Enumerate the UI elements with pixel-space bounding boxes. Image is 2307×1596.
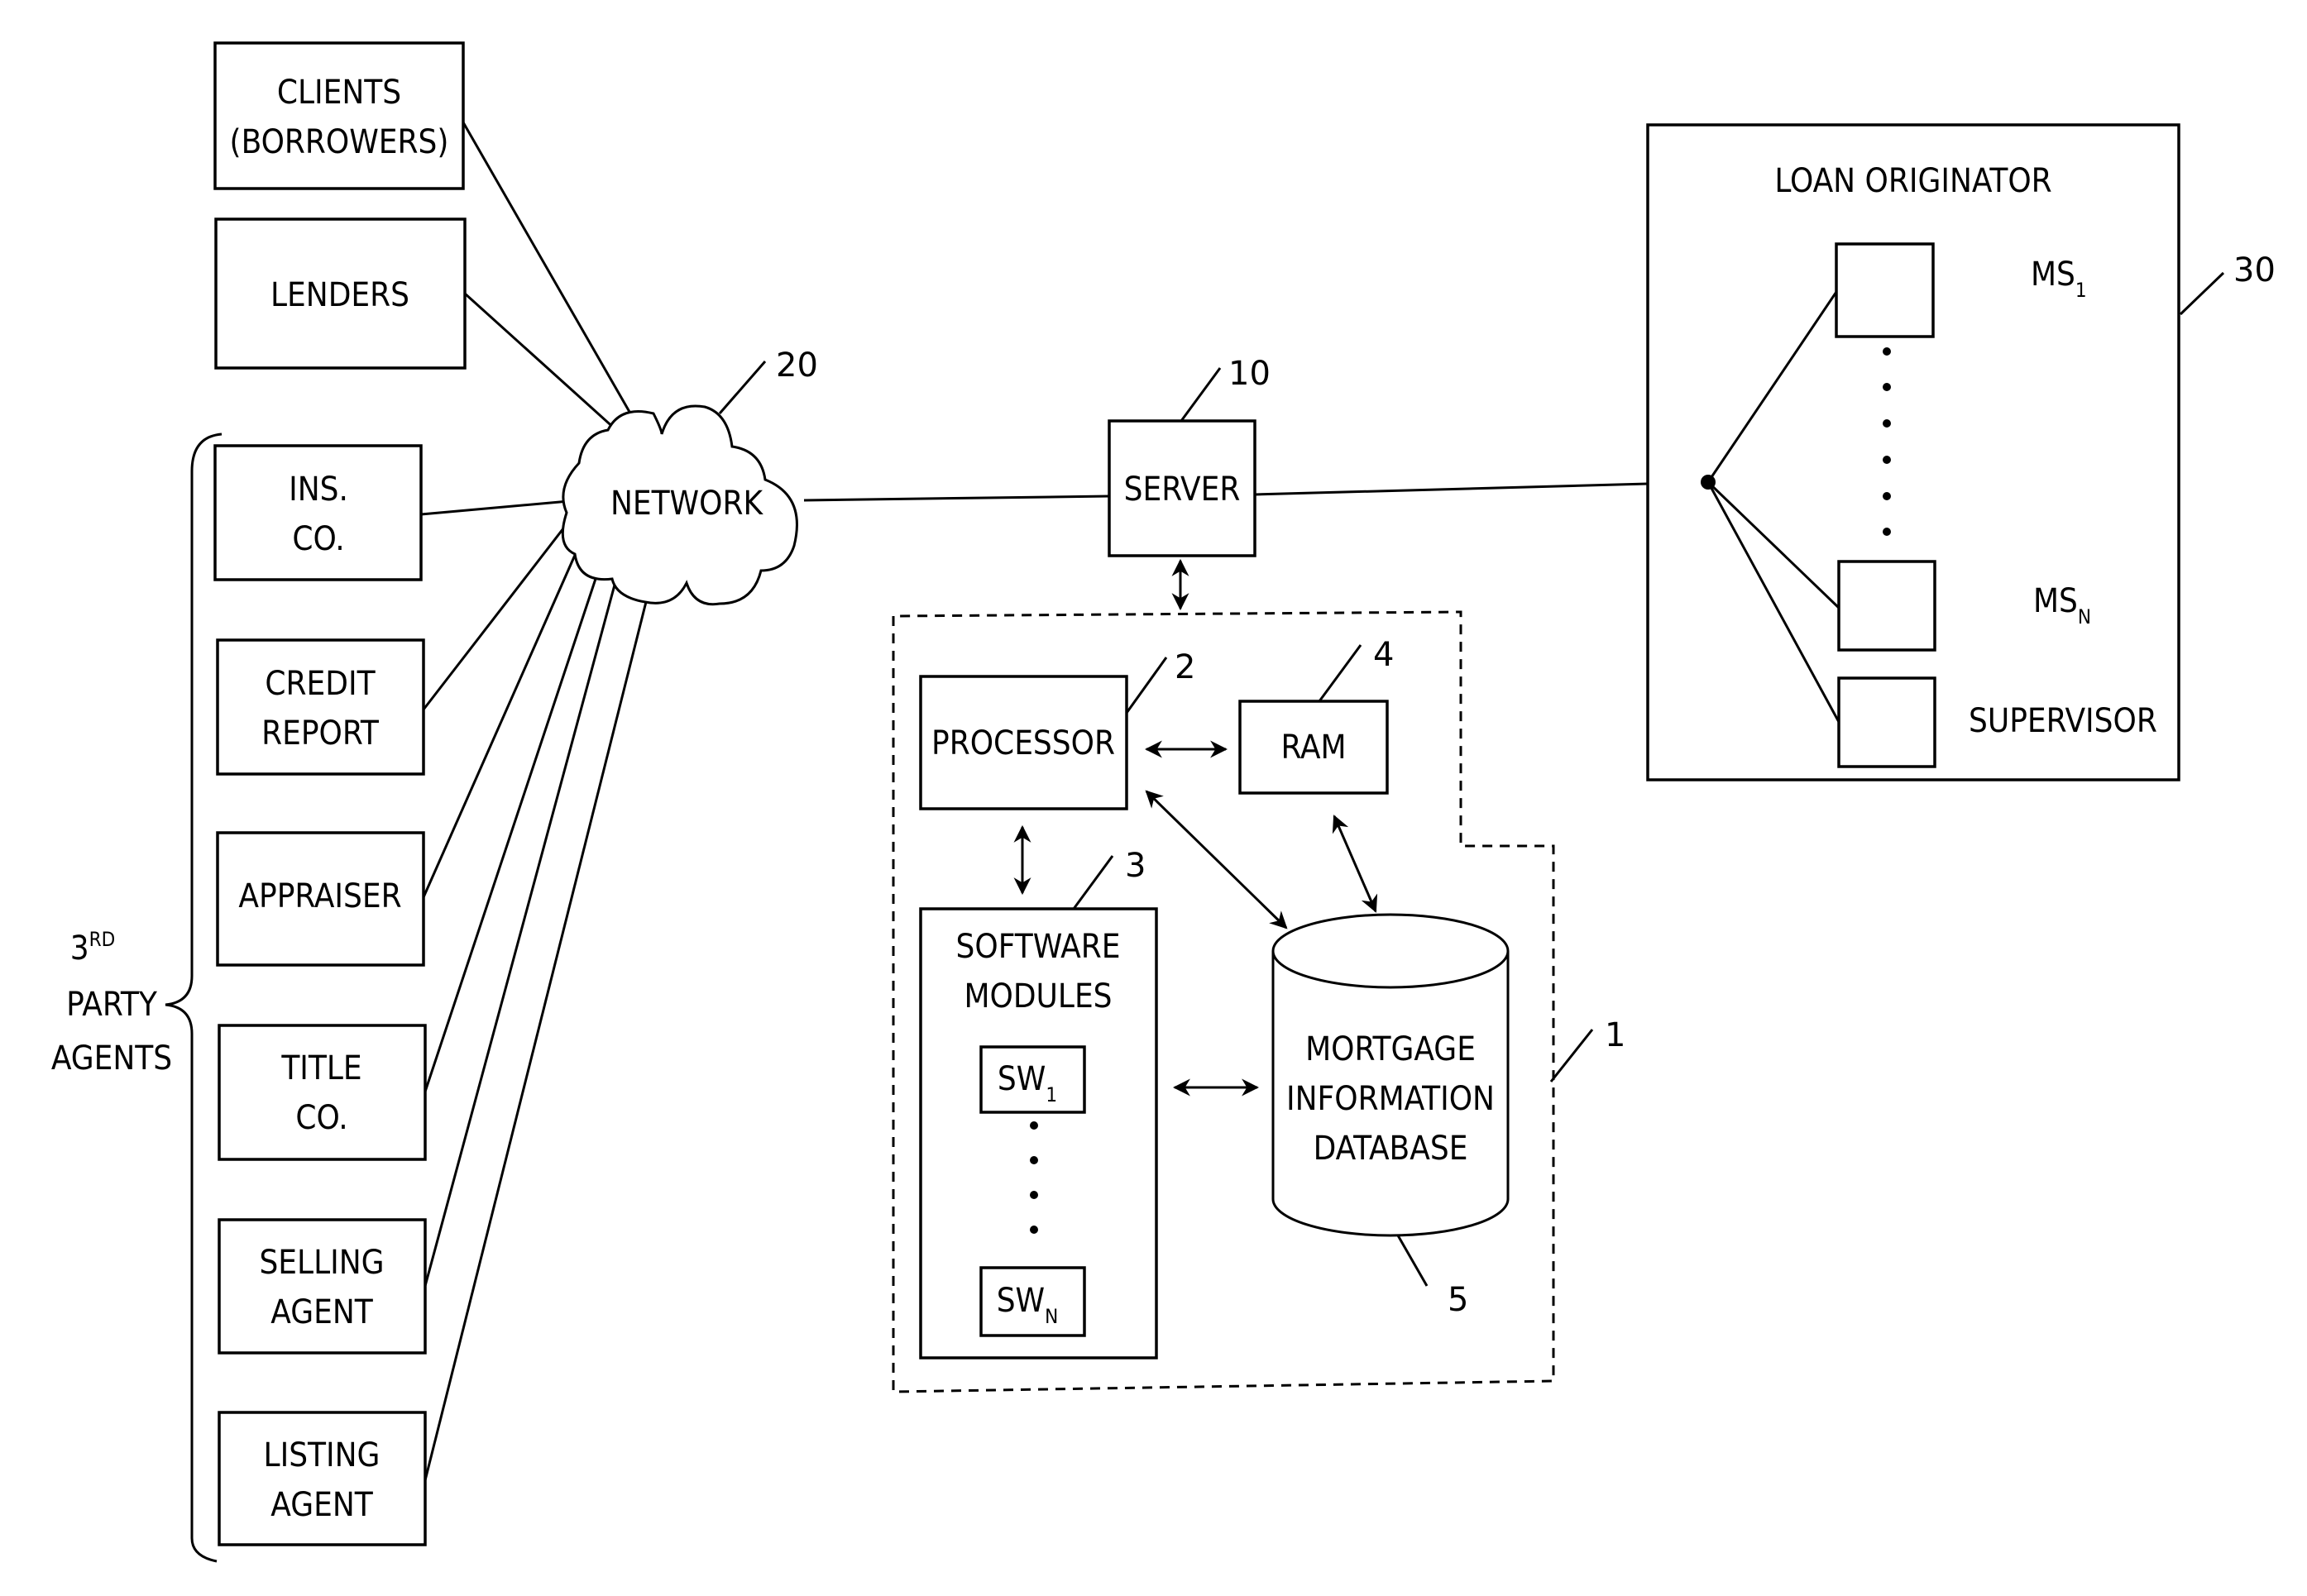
agent-label: CO. [295,1099,347,1137]
processor-ref-number: 2 [1175,648,1195,686]
server-label: SERVER [1124,471,1241,509]
agent-label: CO. [292,520,344,558]
database-ref-leader [1396,1235,1429,1287]
listing-agent-network-link [424,588,651,1481]
third-party-brace [165,432,223,1563]
clients-label-line1: CLIENTS [277,74,401,112]
agent-ins-co: INS. CO. [213,444,423,581]
agent-title-co: TITLE CO. [218,1024,427,1161]
clients-label-line2: (BORROWERS) [230,123,449,161]
software-label-line1: SOFTWARE [956,928,1121,966]
loan-originator-ref-leader [2179,271,2225,316]
processor-database-arrow [1145,790,1288,929]
supervisor-station [1837,676,1936,768]
agent-label: CREDIT [265,665,376,703]
third-party-label: 3RD PARTY AGENTS [51,928,172,1078]
lenders-box: LENDERS [214,217,467,370]
agent-selling-agent: SELLING AGENT [218,1218,427,1355]
agent-label: INS. [289,471,348,509]
third-party-label-line1: 3RD [70,928,116,968]
network-label: NETWORK [610,485,764,523]
third-party-label-line2: PARTY [66,986,158,1024]
clients-box: CLIENTS (BORROWERS) [213,41,465,190]
server-originator-link [1254,480,1709,496]
lenders-network-link [463,292,618,432]
network-server-link [803,495,1110,502]
third-party-label-line3: AGENTS [51,1039,172,1078]
ram-database-arrow [1332,815,1378,913]
server-box: SERVER 10 [1108,355,1271,557]
supervisor-label: SUPERVISOR [1969,702,2157,740]
selling-agent-network-link [424,578,618,1287]
agent-label: AGENT [270,1486,373,1524]
agent-label: APPRAISER [238,877,401,915]
software-ref-number: 3 [1125,847,1146,885]
server-ref-number: 10 [1228,355,1271,393]
database-cylinder: MORTGAGE INFORMATION DATABASE 5 [1271,913,1510,1319]
agent-appraiser: APPRAISER [216,831,425,967]
processor-ref-leader [1125,657,1168,714]
system-ref-number: 1 [1605,1016,1625,1054]
appraiser-network-link [422,545,581,898]
mortgage-system-diagram: CLIENTS (BORROWERS) LENDERS 3RD PARTY AG… [51,41,2276,1563]
loan-originator-title: LOAN ORIGINATOR [1774,162,2051,200]
agent-label: LISTING [264,1436,381,1474]
system-ref-leader [1549,1029,1594,1082]
agent-label: REPORT [261,714,380,753]
processor-label: PROCESSOR [931,724,1115,762]
database-label-line1: MORTGAGE [1305,1030,1476,1068]
database-label-line2: INFORMATION [1286,1080,1495,1118]
msn-station [1837,560,1936,652]
network-ref-number: 20 [776,346,818,385]
database-label-line3: DATABASE [1314,1130,1468,1168]
agent-label: AGENT [270,1293,373,1331]
ram-ref-leader [1318,644,1362,702]
loan-originator-ref-number: 30 [2233,251,2276,289]
network-cloud: NETWORK 20 [561,346,818,606]
ms1-station [1835,242,1935,338]
ram-label: RAM [1280,729,1346,767]
network-ref-leader [718,361,767,414]
agent-label: TITLE [280,1049,361,1087]
agent-listing-agent: LISTING AGENT [218,1411,427,1546]
software-label-line2: MODULES [964,977,1112,1015]
loan-originator-box: LOAN ORIGINATOR 30 MS1 MSN SUPERVISOR [1646,123,2276,781]
software-ref-leader [1072,855,1114,910]
agent-label: SELLING [259,1244,384,1282]
ins-co-network-link [420,499,570,516]
lenders-label: LENDERS [270,276,409,314]
computer-system: 1 PROCESSOR 2 RAM 4 SOFTWARE MODULES 3 S… [892,610,1625,1393]
server-ref-leader [1180,367,1222,422]
title-co-network-link [424,566,601,1092]
agent-credit-report: CREDIT REPORT [216,638,425,776]
ram-ref-number: 4 [1373,636,1394,674]
database-ref-number: 5 [1448,1281,1468,1319]
clients-network-link [462,122,634,418]
